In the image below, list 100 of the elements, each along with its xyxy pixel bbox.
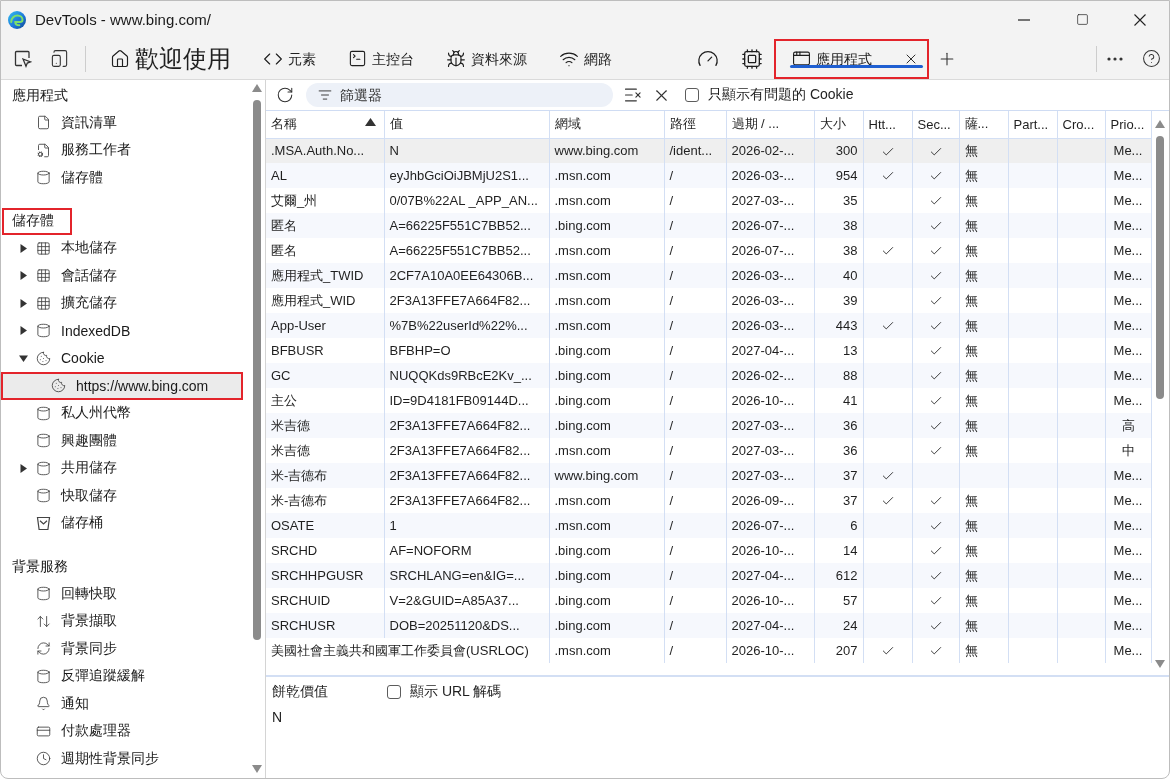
filter-field[interactable]: 篩選器 bbox=[306, 83, 613, 107]
inspect-icon bbox=[14, 49, 32, 68]
scroll-down-icon[interactable] bbox=[252, 765, 262, 773]
table-row[interactable]: 米吉德 2F3A13FFE7A664F82... .msn.com / 2027-03-... 36 無 中 bbox=[266, 438, 1151, 463]
column-header[interactable]: Part... bbox=[1008, 111, 1057, 138]
clock-icon bbox=[36, 751, 51, 767]
checkbox-label[interactable]: 只顯示有問題的 Cookie bbox=[708, 86, 854, 104]
refresh-icon bbox=[276, 86, 294, 104]
sync-icon bbox=[36, 641, 51, 657]
table-row[interactable]: SRCHHPGUSR SRCHLANG=en&IG=... .bing.com / 2027-04-... 612 無 Me... bbox=[266, 563, 1151, 588]
tree-item[interactable]: IndexedDB bbox=[1, 317, 243, 345]
column-header[interactable]: 大小 bbox=[814, 111, 863, 138]
tree-item[interactable]: 週期性背景同步 bbox=[1, 745, 243, 773]
cylinder-icon bbox=[36, 323, 51, 339]
column-header[interactable]: 名稱 bbox=[266, 111, 384, 138]
tree-item[interactable]: 背景同步 bbox=[1, 635, 243, 663]
tree-item[interactable]: 私人州代幣 bbox=[1, 399, 243, 427]
caret-right-icon[interactable] bbox=[18, 326, 28, 336]
cookie-value-text: N bbox=[272, 709, 283, 725]
panel-title: 餅乾價值 bbox=[272, 683, 329, 701]
table-row[interactable]: SRCHUSR DOB=20251120&DS... .bing.com / 2027-04-... 24 無 Me... bbox=[266, 613, 1151, 638]
tree-item[interactable]: 本地儲存 bbox=[1, 234, 243, 262]
table-row[interactable]: 匿名 A=66225F551C7BB52... .bing.com / 2026-07-... 38 無 Me... bbox=[266, 213, 1151, 238]
tree-item[interactable]: 共用儲存 bbox=[1, 454, 243, 482]
toolbar-tab[interactable]: 主控台 bbox=[332, 38, 430, 79]
column-header[interactable]: 路徑 bbox=[664, 111, 726, 138]
toolbar-tab[interactable]: 應用程式 bbox=[774, 38, 929, 79]
toolbar-tab[interactable]: 歡迎使用 bbox=[94, 38, 247, 79]
close-icon bbox=[1134, 13, 1146, 26]
tree-item[interactable]: 反彈追蹤緩解 bbox=[1, 662, 243, 690]
table-row[interactable]: GC NUQQKds9RBcE2Kv_... .bing.com / 2026-02-... 88 無 Me... bbox=[266, 363, 1151, 388]
checkbox[interactable] bbox=[387, 685, 401, 699]
table-cell: 207 bbox=[814, 638, 863, 663]
table-row[interactable]: 匿名 A=66225F551C7BB52... .msn.com / 2026-07-... 38 無 Me... bbox=[266, 238, 1151, 263]
tree-item[interactable]: 會話儲存 bbox=[1, 262, 243, 290]
table-row[interactable]: 艾爾_州 0/07B%22AL _APP_AN... .msn.com / 2027-03-... 35 無 Me... bbox=[266, 188, 1151, 213]
tree-item[interactable]: 快取儲存 bbox=[1, 482, 243, 510]
grid-icon bbox=[36, 240, 51, 256]
scroll-up-icon[interactable] bbox=[1155, 120, 1165, 128]
tree-item[interactable]: https://www.bing.com bbox=[1, 372, 243, 400]
table-row[interactable]: 米-吉德布 2F3A13FFE7A664F82... www.bing.com / 2027-03-... 37 Me... bbox=[266, 463, 1151, 488]
scrollbar-thumb[interactable] bbox=[1156, 136, 1164, 399]
tree-item[interactable]: 通知 bbox=[1, 690, 243, 718]
column-header[interactable]: 過期 / ... bbox=[726, 111, 814, 138]
table-row[interactable]: OSATE 1 .msn.com / 2026-07-... 6 無 Me... bbox=[266, 513, 1151, 538]
grid-icon bbox=[36, 295, 51, 311]
table-row[interactable]: 應用程式_WID 2F3A13FFE7A664F82... .msn.com / 2026-03-... 39 無 Me... bbox=[266, 288, 1151, 313]
scroll-up-icon[interactable] bbox=[252, 84, 262, 92]
table-row[interactable]: App-User %7B%22userId%22%... .msn.com / 2026-03-... 443 無 Me... bbox=[266, 313, 1151, 338]
column-header[interactable]: Sec... bbox=[912, 111, 959, 138]
card-icon bbox=[36, 723, 51, 739]
tree-item[interactable]: 儲存體 bbox=[1, 164, 243, 192]
table-row[interactable]: AL eyJhbGciOiJBMjU2S1... .msn.com / 2026-03-... 954 無 Me... bbox=[266, 163, 1151, 188]
cylinder-icon bbox=[36, 460, 51, 476]
window-title: DevTools - www.bing.com/ bbox=[35, 11, 211, 28]
maximize-icon bbox=[1075, 13, 1089, 26]
caret-down-icon[interactable] bbox=[18, 353, 28, 363]
table-cell: Me... bbox=[1105, 638, 1151, 663]
app-logo-icon bbox=[8, 10, 26, 29]
table-row[interactable]: 主公 ID=9D4181FB09144D... .bing.com / 2026-10-... 41 無 Me... bbox=[266, 388, 1151, 413]
tree-item[interactable]: 資訊清單 bbox=[1, 109, 243, 137]
column-header[interactable]: Htt... bbox=[863, 111, 912, 138]
table-row[interactable]: 應用程式_TWID 2CF7A10A0EE64306B... .msn.com / 2026-03-... 40 無 Me... bbox=[266, 263, 1151, 288]
column-header[interactable]: Cro... bbox=[1057, 111, 1105, 138]
tree-item[interactable]: 背景擷取 bbox=[1, 607, 243, 635]
cylinder-icon bbox=[36, 433, 51, 449]
table-cell: 美國社會主義共和國軍工作委員會(USRLOC) bbox=[266, 638, 549, 663]
column-header[interactable]: 薩... bbox=[959, 111, 1008, 138]
tree-item[interactable]: 服務工作者 bbox=[1, 136, 243, 164]
caret-right-icon[interactable] bbox=[18, 463, 28, 473]
table-row[interactable]: SRCHD AF=NOFORM .bing.com / 2026-10-... 14 無 Me... bbox=[266, 538, 1151, 563]
toolbar-tab[interactable]: 資料來源 bbox=[430, 38, 543, 79]
toolbar-tab[interactable]: 元素 bbox=[247, 38, 332, 79]
column-header[interactable]: 值 bbox=[384, 111, 549, 138]
table-row[interactable]: 米吉德 2F3A13FFE7A664F82... .bing.com / 2027-03-... 36 無 高 bbox=[266, 413, 1151, 438]
table-row[interactable]: .MSA.Auth.No... N www.bing.com /ident... 2026-02-... 300 無 Me... bbox=[266, 138, 1151, 163]
tree-item[interactable]: 回轉快取 bbox=[1, 580, 243, 608]
device-icon bbox=[49, 49, 69, 68]
tree-item[interactable]: 付款處理器 bbox=[1, 717, 243, 745]
caret-right-icon[interactable] bbox=[18, 243, 28, 253]
table-row[interactable]: SRCHUID V=2&GUID=A85A37... .bing.com / 2026-10-... 57 無 Me... bbox=[266, 588, 1151, 613]
column-header[interactable]: Prio... bbox=[1105, 111, 1151, 138]
tree-item[interactable]: 興趣團體 bbox=[1, 427, 243, 455]
table-row[interactable]: BFBUSR BFBHP=O .bing.com / 2027-04-... 13 無 Me... bbox=[266, 338, 1151, 363]
file-icon bbox=[36, 115, 51, 131]
scroll-down-icon[interactable] bbox=[1155, 660, 1165, 668]
checkbox-label[interactable]: 顯示 URL 解碼 bbox=[410, 683, 502, 701]
file-gear-icon bbox=[36, 142, 51, 158]
caret-right-icon[interactable] bbox=[18, 271, 28, 281]
tree-item[interactable]: Cookie bbox=[1, 344, 243, 372]
section-heading: 背景服務 bbox=[11, 556, 69, 576]
scrollbar-thumb[interactable] bbox=[253, 100, 261, 640]
tree-item[interactable]: 擴充儲存 bbox=[1, 289, 243, 317]
table-row[interactable]: 米-吉德布 2F3A13FFE7A664F82... .msn.com / 2026-09-... 37 無 Me... bbox=[266, 488, 1151, 513]
toolbar-tab[interactable]: 網路 bbox=[543, 38, 628, 79]
caret-right-icon[interactable] bbox=[18, 298, 28, 308]
tree-item[interactable]: 儲存桶 bbox=[1, 509, 243, 537]
column-header[interactable]: 網域 bbox=[549, 111, 664, 138]
table-row[interactable]: 美國社會主義共和國軍工作委員會(USRLOC) .msn.com / 2026-10-... 207 無 Me... bbox=[266, 638, 1151, 663]
checkbox[interactable] bbox=[685, 88, 699, 102]
